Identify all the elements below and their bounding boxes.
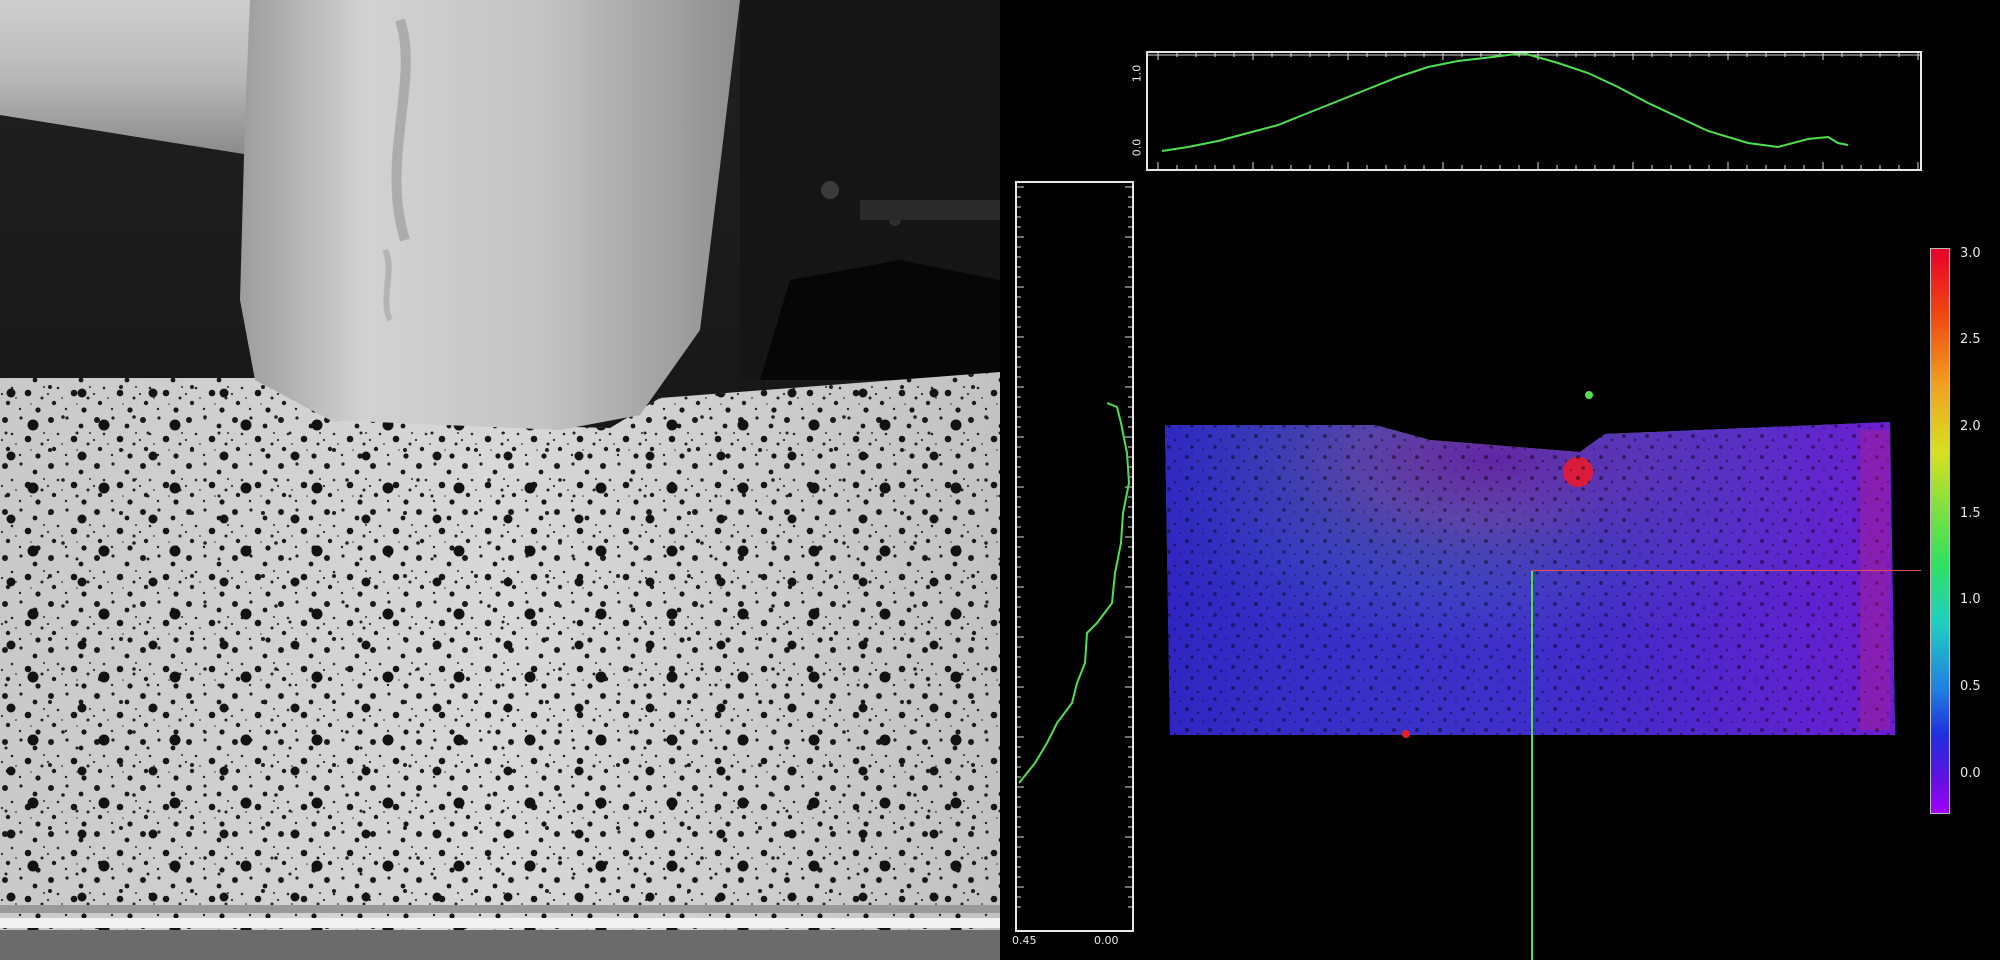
- top-profile-plot: 1.0 0.0: [1130, 51, 1922, 171]
- top-plot-ytick-bottom: 0.0: [1130, 138, 1144, 157]
- colorbar-tick-1-0: 1.0: [1960, 592, 1981, 607]
- camera-image: [0, 0, 1000, 960]
- top-marker-dot[interactable]: [1585, 391, 1593, 399]
- colorbar-tick-2-0: 2.0: [1960, 419, 1981, 434]
- hammer-icon: [240, 0, 740, 430]
- camera-view: [0, 0, 1000, 960]
- left-plot-xtick-right: 0.00: [1094, 934, 1119, 947]
- left-plot-xtick-left: 0.45: [1012, 934, 1037, 947]
- strain-heatmap: [1165, 422, 1895, 735]
- colorbar-tick-0-0: 0.0: [1960, 766, 1981, 781]
- crosshair-vertical[interactable]: [1531, 571, 1533, 960]
- colorbar-tick-3-0: 3.0: [1960, 246, 1981, 261]
- top-plot-ytick-top: 1.0: [1130, 64, 1144, 83]
- colorbar: [1930, 248, 1950, 814]
- colorbar-tick-1-5: 1.5: [1960, 506, 1981, 521]
- bottom-marker-dot[interactable]: [1402, 730, 1410, 738]
- analysis-view: 1.0 0.0 0.45 0.00 3.0 2.5 2.0 1.5 1.0 0.…: [1000, 0, 2000, 960]
- colorbar-tick-0-5: 0.5: [1960, 679, 1981, 694]
- colorbar-tick-2-5: 2.5: [1960, 332, 1981, 347]
- crosshair-horizontal[interactable]: [1531, 570, 1921, 571]
- left-profile-plot: [1015, 181, 1134, 932]
